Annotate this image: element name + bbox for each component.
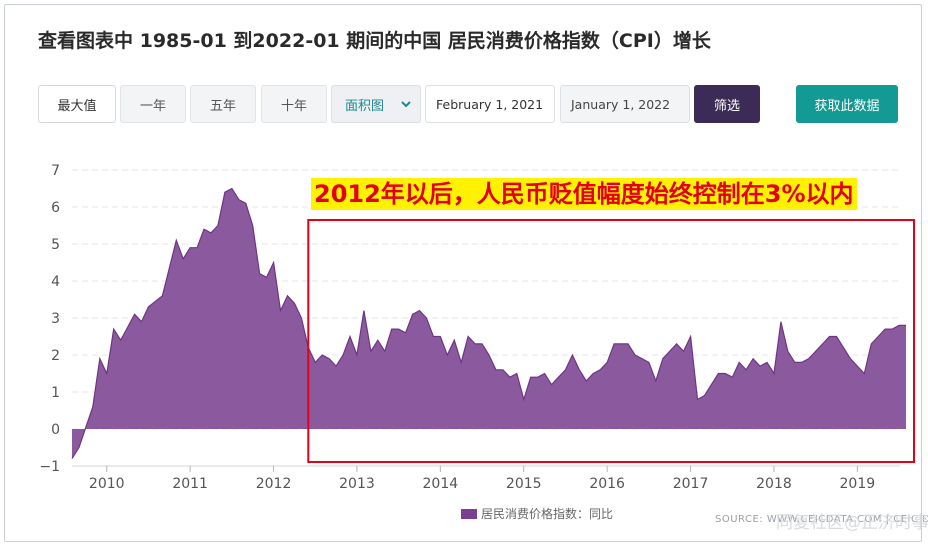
x-tick-label: 2017 [673, 476, 709, 492]
y-tick-label: 7 [51, 163, 60, 179]
cpi-area-chart: 7 6 5 4 3 2 1 0 −1 2010 2011 2012 2013 2014 2015 2016 20… [39, 163, 915, 492]
y-tick-label: 3 [51, 311, 60, 327]
annotation-callout: 2012年以后，人民币贬值幅度始终控制在3%以内 [311, 178, 857, 210]
x-tick-label: 2019 [840, 476, 876, 492]
x-tick-label: 2016 [589, 476, 625, 492]
x-tick-label: 2011 [172, 476, 208, 492]
x-tick-label: 2013 [339, 476, 375, 492]
legend-label: 居民消费价格指数：同比 [481, 507, 614, 521]
y-tick-label: 4 [51, 274, 60, 290]
y-tick-label: 1 [51, 385, 60, 401]
x-tick-label: 2012 [256, 476, 292, 492]
y-tick-label: 6 [51, 200, 60, 216]
chart-legend[interactable]: 居民消费价格指数：同比 [461, 505, 613, 522]
y-tick-label: 2 [51, 348, 60, 364]
y-tick-label: 5 [51, 237, 60, 253]
y-tick-label: −1 [39, 459, 60, 475]
y-tick-label: 0 [51, 422, 60, 438]
x-tick-label: 2018 [756, 476, 792, 492]
watermark: 同复社区@正济时事 [776, 513, 928, 533]
x-tick-label: 2015 [506, 476, 542, 492]
legend-swatch [461, 508, 477, 519]
x-tick-label: 2014 [423, 476, 459, 492]
x-tick-label: 2010 [89, 476, 125, 492]
